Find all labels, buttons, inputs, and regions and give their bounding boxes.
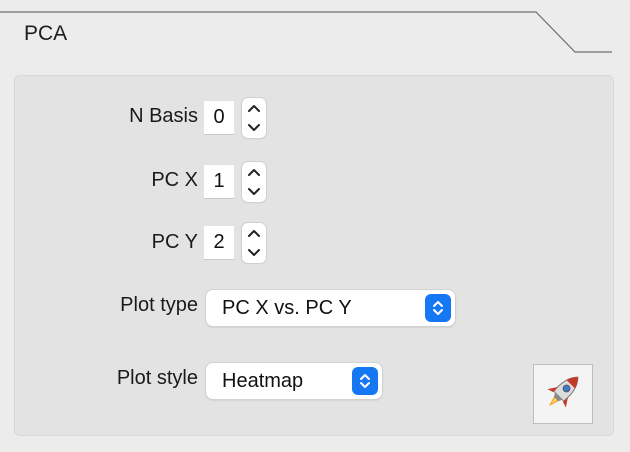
chevron-down-icon[interactable] xyxy=(242,182,266,202)
tab-pca[interactable]: PCA xyxy=(24,22,67,46)
pc-y-field[interactable]: 2 xyxy=(204,226,234,260)
chevron-down-icon[interactable] xyxy=(242,243,266,263)
up-down-arrows-icon xyxy=(352,367,378,395)
plot-type-select[interactable]: PC X vs. PC Y xyxy=(206,290,455,326)
pc-y-stepper[interactable] xyxy=(242,223,266,263)
pc-x-stepper[interactable] xyxy=(242,162,266,202)
pc-y-label: PC Y xyxy=(151,231,198,253)
chevron-up-icon[interactable] xyxy=(242,162,266,182)
rocket-icon xyxy=(539,368,587,421)
up-down-arrows-icon xyxy=(425,294,451,322)
pca-settings-panel: N Basis 0 PC X 1 PC Y 2 Plot type PC X v… xyxy=(14,75,614,436)
tab-outline xyxy=(0,11,612,53)
chevron-down-icon[interactable] xyxy=(242,118,266,138)
plot-style-value: Heatmap xyxy=(222,370,304,392)
plot-type-value: PC X vs. PC Y xyxy=(222,297,352,319)
n-basis-stepper[interactable] xyxy=(242,98,266,138)
run-button[interactable] xyxy=(533,364,593,424)
pc-x-field[interactable]: 1 xyxy=(204,165,234,199)
chevron-up-icon[interactable] xyxy=(242,223,266,243)
n-basis-label: N Basis xyxy=(129,105,198,127)
plot-type-label: Plot type xyxy=(120,294,198,316)
tab-header: PCA xyxy=(0,0,630,60)
pc-x-label: PC X xyxy=(151,169,198,191)
chevron-up-icon[interactable] xyxy=(242,98,266,118)
plot-style-select[interactable]: Heatmap xyxy=(206,363,382,399)
plot-style-label: Plot style xyxy=(116,367,198,389)
n-basis-field[interactable]: 0 xyxy=(204,101,234,135)
